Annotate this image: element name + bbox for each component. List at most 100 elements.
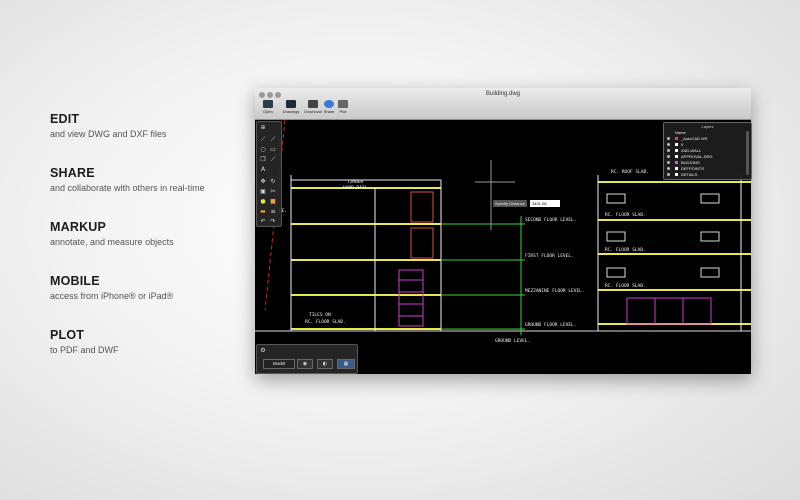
window-grid: [410, 191, 434, 223]
feature-desc: and collaborate with others in real-time: [50, 183, 205, 193]
first-floor-label: FIRST FLOOR LEVEL.: [525, 253, 574, 259]
right-window: [606, 267, 626, 278]
line-tool[interactable]: ⟋: [259, 136, 267, 144]
layers-scrollbar[interactable]: [746, 131, 749, 175]
copy-tool[interactable]: ❐: [259, 156, 267, 164]
plot-label: Plot: [339, 109, 347, 114]
tiles-on-label: TILES ON: [309, 312, 331, 318]
layer-color-swatch: [675, 143, 678, 147]
layer-row[interactable]: DETAILS: [667, 172, 745, 178]
trim-tool[interactable]: ✂: [269, 188, 277, 196]
layer-color-swatch: [675, 173, 678, 177]
plot-button[interactable]: Plot: [331, 100, 355, 118]
feature-title: PLOT: [50, 328, 85, 342]
layers-panel: Layers Name _AutoCAD WS 0 2ND-WALL APPRO…: [663, 122, 752, 180]
layers-name-header: Name: [675, 130, 686, 135]
layers-title: Layers: [701, 124, 714, 129]
feature-title: SHARE: [50, 166, 95, 180]
shopfront: [626, 297, 712, 325]
view-mode-button[interactable]: ▦: [337, 359, 355, 369]
rc-floor-slab-left-label: RC. FLOOR SLAB.: [305, 319, 346, 325]
undo-icon[interactable]: ↶: [259, 218, 267, 226]
feature-desc: and view DWG and DXF files: [50, 129, 167, 139]
feature-mobile: MOBILE access from iPhone® or iPad®: [50, 274, 250, 328]
layer-name: 2ND-WALL: [681, 148, 702, 153]
move-tool[interactable]: ✥: [259, 178, 267, 186]
scale-tool[interactable]: ▣: [259, 188, 267, 196]
layer-color-swatch: [675, 149, 678, 153]
open-button[interactable]: Open: [256, 100, 280, 118]
staircase: [398, 269, 424, 327]
ground-floor-label: GROUND FLOOR LEVEL.: [525, 322, 576, 328]
feature-desc: access from iPhone® or iPad®: [50, 291, 174, 301]
properties-tool[interactable]: ≡: [269, 208, 277, 216]
layer-color-swatch: [675, 155, 678, 159]
printer-icon: [338, 100, 348, 108]
window-title: Building.dwg: [485, 91, 521, 97]
rc-floor-slab-label: RC. FLOOR SLAB.: [605, 212, 646, 218]
measure-tool[interactable]: ⟋: [269, 156, 277, 164]
layer-name: DETAILS: [681, 172, 698, 177]
color-tool[interactable]: ●: [259, 198, 267, 206]
distance-input[interactable]: 3401.08: [530, 200, 560, 207]
mezzanine-label: MEZZANINE FLOOR LEVEL.: [525, 288, 585, 294]
feature-edit: EDIT and view DWG and DXF files: [50, 112, 250, 166]
right-window: [700, 193, 720, 204]
open-icon: [263, 100, 273, 108]
window-grid: [410, 227, 434, 259]
tools-palette: ⊕ ⟋ ⟋ ○ ▭ ❐ ⟋ A ✥ ↻ ▣ ✂ ● ■ ▬ ≡ ↶ ↷: [256, 121, 282, 227]
right-window: [700, 267, 720, 278]
layer-color-swatch: [675, 137, 678, 141]
right-window: [700, 231, 720, 242]
model-select[interactable]: Model: [263, 359, 295, 369]
feature-markup: MARKUP annotate, and measure objects: [50, 220, 250, 274]
app-window: Building.dwg Open Drawings Download Shar…: [255, 88, 752, 374]
ground-level-label: GROUND LEVEL.: [495, 338, 530, 344]
feature-desc: annotate, and measure objects: [50, 237, 174, 247]
line-weight-tool[interactable]: ▬: [259, 208, 267, 216]
visibility-icon[interactable]: [667, 137, 670, 141]
layer-color-swatch: [675, 167, 678, 171]
rc-roof-slab-label: RC. ROOF SLAB.: [611, 169, 649, 175]
layer-name: _AutoCAD WS: [681, 136, 708, 141]
feature-title: MARKUP: [50, 220, 107, 234]
right-window: [606, 231, 626, 242]
visibility-dropdown[interactable]: ◉: [297, 359, 313, 369]
polyline-tool[interactable]: ⟋: [269, 136, 277, 144]
second-floor-label: SECOND FLOOR LEVEL.: [525, 217, 576, 223]
layer-name: DEFPOINTS: [681, 166, 704, 171]
layer-name: BUILDING: [681, 160, 700, 165]
drawings-button[interactable]: Drawings: [279, 100, 303, 118]
visibility-icon[interactable]: [667, 149, 670, 153]
specify-distance-label: Specify Distance: [493, 200, 527, 207]
snap-button[interactable]: ◐: [317, 359, 333, 369]
pointer-tool[interactable]: ⊕: [259, 124, 267, 132]
redo-icon[interactable]: ↷: [269, 218, 277, 226]
settings-icon[interactable]: ⚙: [259, 347, 267, 355]
layer-tool[interactable]: ■: [269, 198, 277, 206]
open-label: Open: [263, 109, 273, 114]
visibility-icon[interactable]: [667, 143, 670, 147]
drawings-label: Drawings: [282, 109, 300, 114]
circle-tool[interactable]: ○: [259, 146, 267, 154]
timber-label: TIMBER: [347, 179, 364, 185]
feature-title: MOBILE: [50, 274, 100, 288]
rc-floor-slab-label: RC. FLOOR SLAB.: [605, 283, 646, 289]
feature-desc: to PDF and DWF: [50, 345, 119, 355]
visibility-icon[interactable]: [667, 173, 670, 177]
rectangle-tool[interactable]: ▭: [269, 146, 277, 154]
handrail-label: HAND RAIL.: [343, 185, 370, 191]
drawings-icon: [286, 100, 296, 108]
visibility-icon[interactable]: [667, 167, 670, 171]
window-titlebar: Building.dwg Open Drawings Download Shar…: [255, 88, 751, 120]
text-tool[interactable]: A: [259, 166, 267, 174]
feature-title: EDIT: [50, 112, 80, 126]
visibility-icon[interactable]: [667, 155, 670, 159]
layer-name: 0: [681, 142, 684, 147]
right-window: [606, 193, 626, 204]
rotate-tool[interactable]: ↻: [269, 178, 277, 186]
bottom-toolbar: ⚙ Model ◉ ◐ ▦: [256, 344, 358, 374]
visibility-icon[interactable]: [667, 161, 670, 165]
layer-color-swatch: [675, 161, 678, 165]
feature-share: SHARE and collaborate with others in rea…: [50, 166, 250, 220]
